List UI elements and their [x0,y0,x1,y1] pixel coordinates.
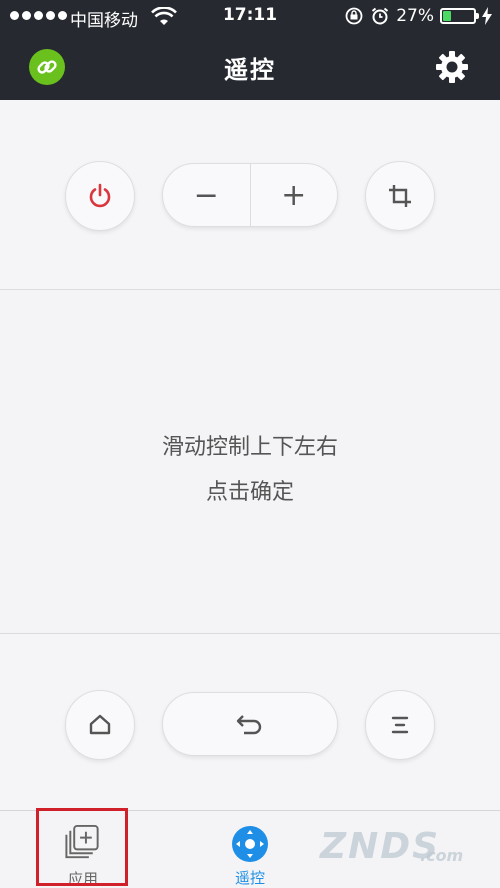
tab-apps-label: 应用 [67,870,98,888]
back-button-inner [163,693,337,755]
remote-dpad-icon [232,826,268,862]
crop-icon [389,185,411,207]
home-icon [89,714,111,735]
alarm-icon [372,7,389,25]
home-button[interactable] [65,690,135,760]
back-arrow-icon [236,715,262,735]
tab-remote-label: 遥控 [234,869,265,887]
touch-pad[interactable]: 滑动控制上下左右 点击确定 [0,291,500,634]
status-icons: 27% [344,6,492,26]
top-bar: 中国移动 17:11 27% 遥控 [0,0,500,100]
settings-button[interactable] [434,49,470,85]
battery-level-fill [443,11,452,21]
watermark-suffix: .com [420,846,464,865]
volume-up-button[interactable]: + [251,164,338,226]
top-controls: − + [0,100,500,290]
touch-hint-confirm: 点击确定 [205,480,294,505]
rotation-lock-icon [345,7,363,25]
gear-icon [436,51,468,83]
tab-remote[interactable]: 遥控 [190,811,310,888]
volume-control: − + [162,163,338,227]
charging-bolt-icon [482,7,492,25]
power-button[interactable] [65,161,135,231]
battery-percent: 27% [396,6,434,26]
status-bar: 中国移动 17:11 27% [0,0,500,34]
touch-hint-direction: 滑动控制上下左右 [161,435,338,460]
page-title: 遥控 [224,56,276,84]
battery-icon [440,8,479,24]
menu-icon [391,716,409,734]
tab-apps[interactable]: 应用 [23,811,143,888]
screenshot-button[interactable] [365,161,435,231]
menu-button[interactable] [365,690,435,760]
power-icon [89,183,111,208]
watermark: ZNDS .com [300,814,485,874]
add-app-icon [65,824,99,859]
volume-down-button[interactable]: − [163,164,250,226]
back-button[interactable] [162,692,338,756]
bottom-controls [0,635,500,810]
